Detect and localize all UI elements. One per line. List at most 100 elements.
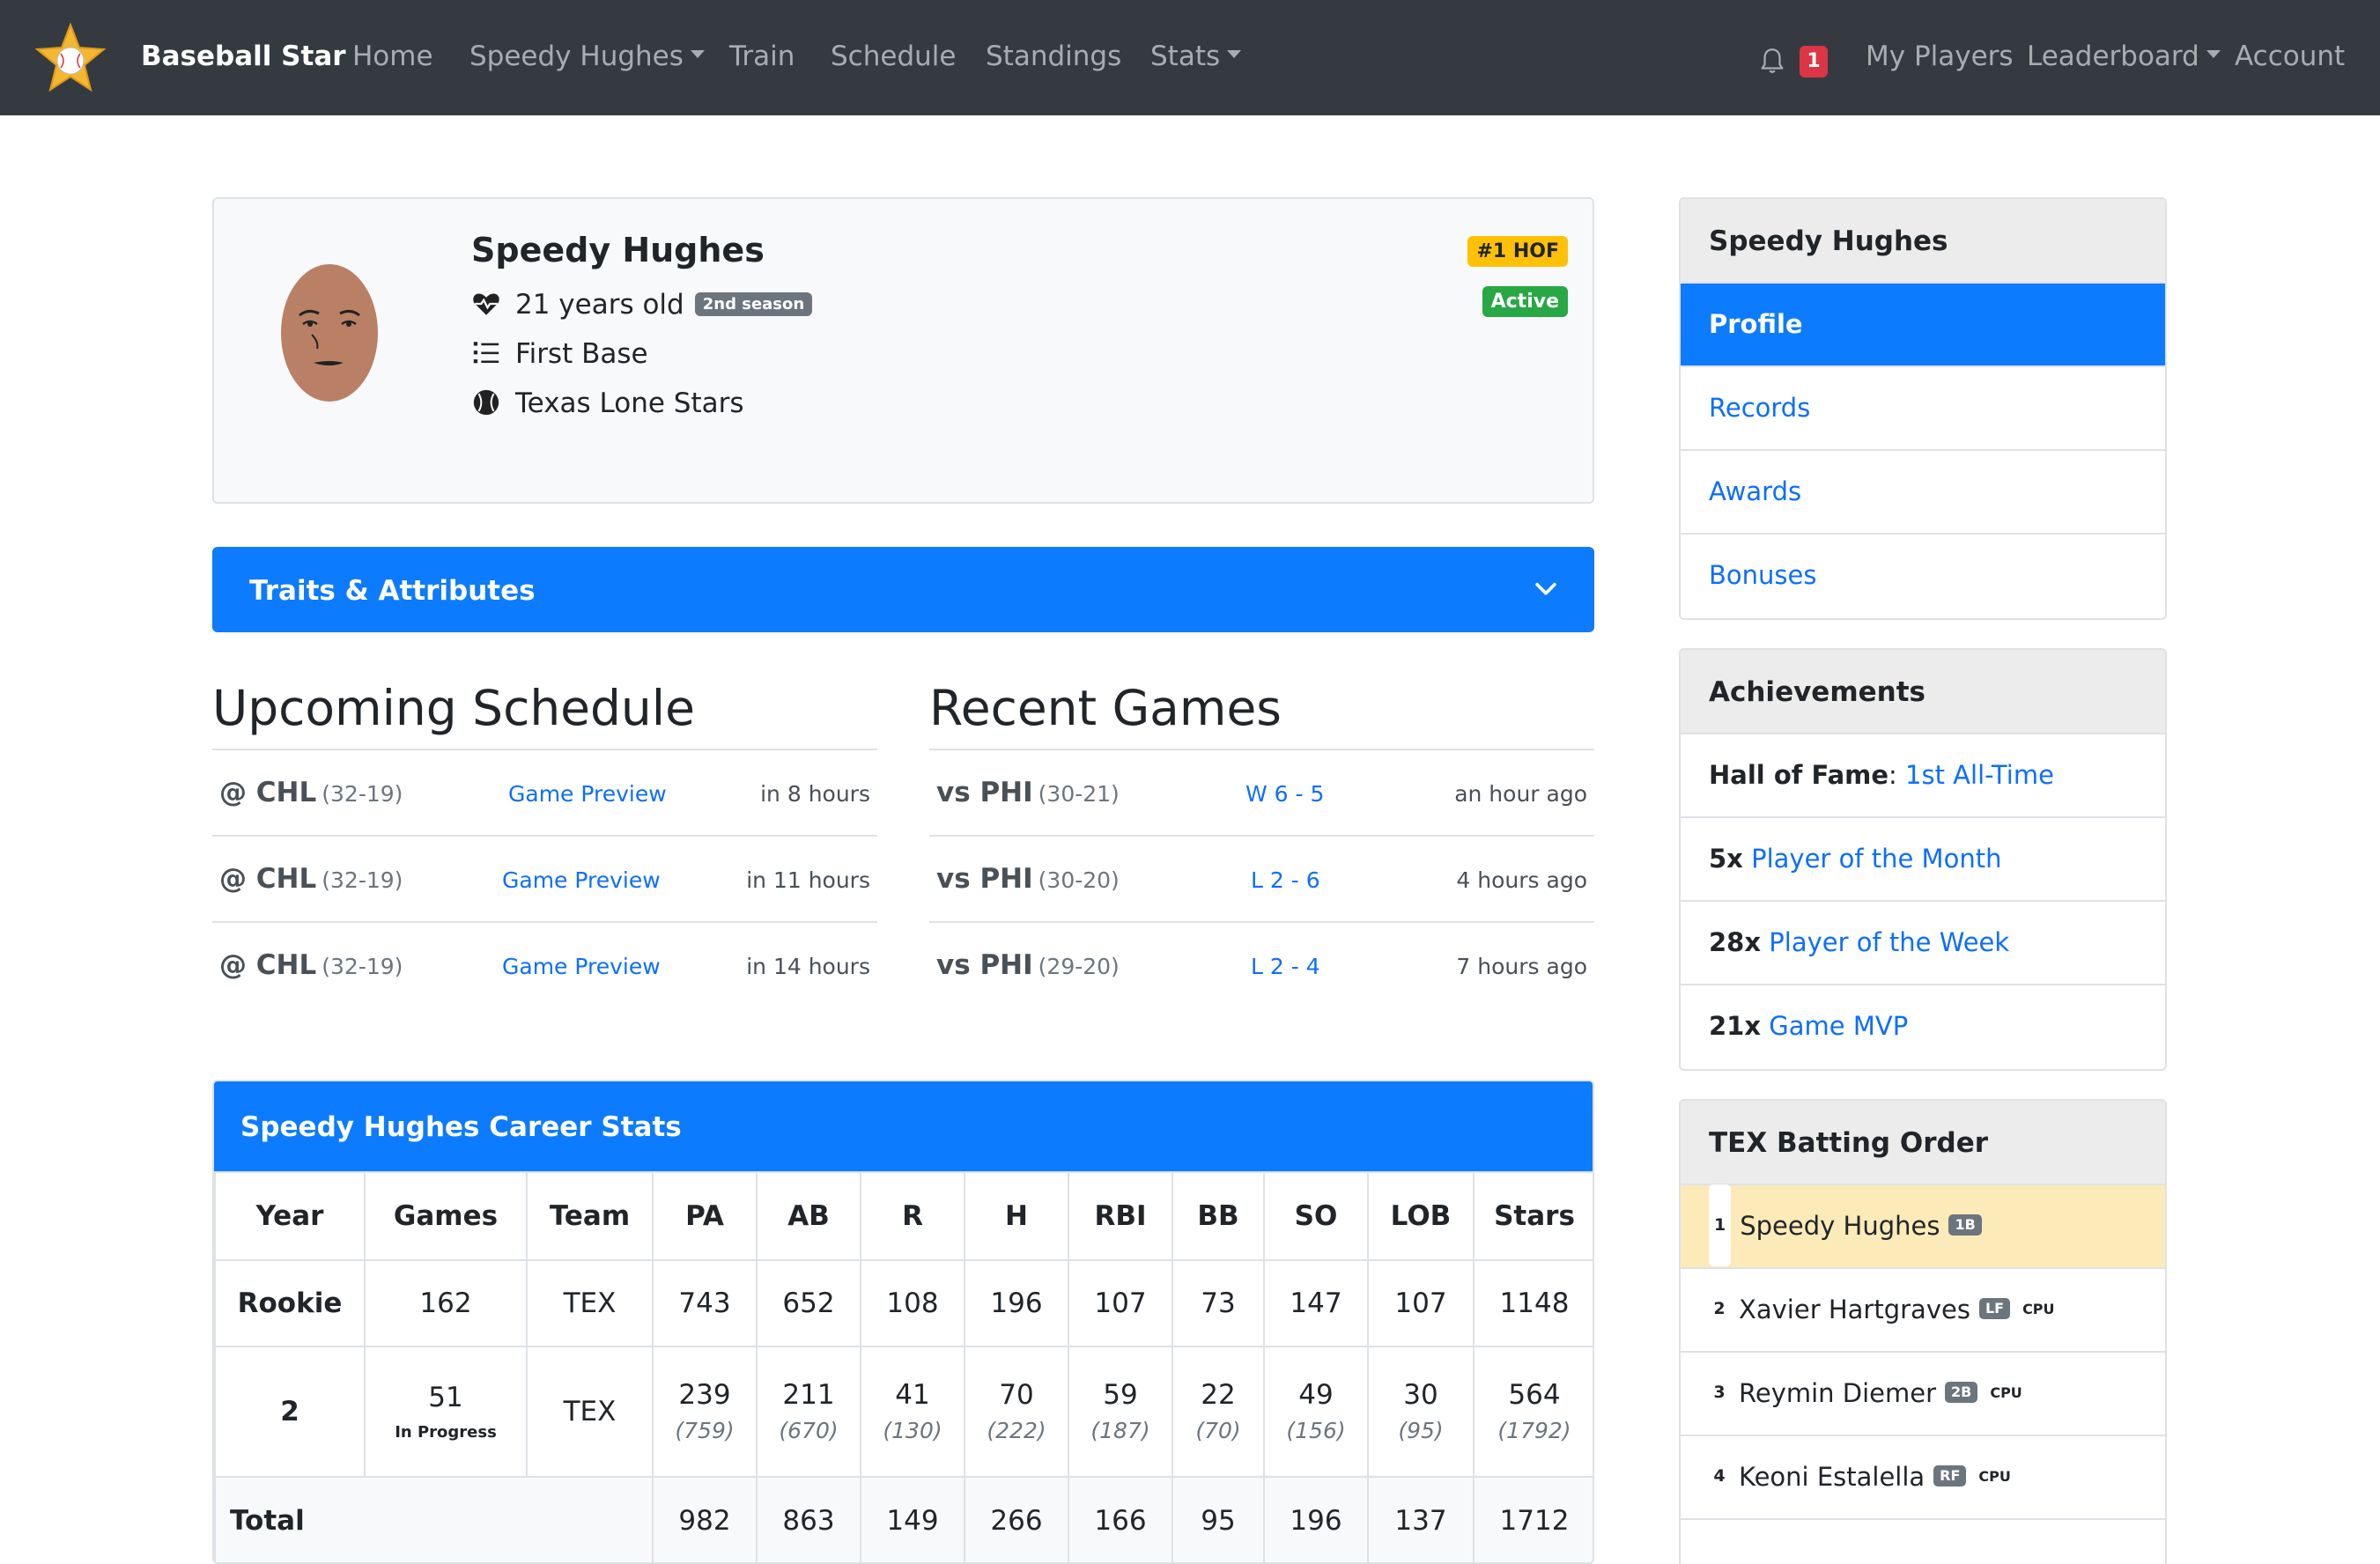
achievement-link[interactable]: Player of the Month: [1751, 844, 2001, 874]
achievement-separator: [1743, 844, 1751, 874]
achievement-label: 21x: [1709, 1011, 1762, 1041]
table-row: Rookie 162 TEX 743 652 108 196 107 73 14…: [214, 1259, 1593, 1347]
opponent-name: vs PHI: [936, 863, 1033, 895]
projected-value: (1792): [1497, 1418, 1571, 1444]
table-cell: 211 (670): [756, 1346, 861, 1478]
baseball-icon: [473, 389, 499, 415]
achievement-separator: [1761, 1011, 1769, 1041]
table-cell: 652: [756, 1259, 861, 1347]
nav-leaderboard-dropdown[interactable]: Leaderboard: [2027, 41, 2221, 72]
column-header[interactable]: RBI: [1068, 1171, 1173, 1261]
table-cell: 166: [1068, 1476, 1173, 1562]
chevron-down-icon: [1535, 582, 1556, 595]
stat-value: 70: [999, 1379, 1034, 1412]
stat-value: 41: [895, 1379, 930, 1412]
column-header[interactable]: Year: [214, 1171, 366, 1261]
stats-header-row: Year Games Team PA AB R H RBI BB SO LOB …: [214, 1171, 1593, 1261]
achievement-item: 21x Game MVP: [1681, 985, 2165, 1069]
game-result-link[interactable]: L 2 - 6: [1251, 867, 1320, 893]
caret-down-icon: [690, 50, 705, 58]
nav-my-players[interactable]: My Players: [1866, 41, 2014, 72]
nav-train[interactable]: Train: [729, 41, 795, 72]
achievement-item: Hall of Fame: 1st All-Time: [1681, 734, 2165, 818]
bell-icon[interactable]: [1757, 46, 1787, 76]
table-cell: 1148: [1473, 1259, 1593, 1347]
projected-value: (222): [987, 1418, 1046, 1444]
notification-count-badge[interactable]: 1: [1800, 46, 1828, 77]
batting-order-number: 3: [1713, 1382, 1726, 1402]
game-result-link[interactable]: L 2 - 4: [1251, 954, 1320, 979]
opponent-record: (32-19): [322, 781, 403, 807]
menu-item-records[interactable]: Records: [1681, 367, 2165, 451]
table-cell: TEX: [526, 1259, 654, 1347]
achievement-link[interactable]: 1st All-Time: [1905, 760, 2054, 790]
batting-order-item[interactable]: 1 Speedy Hughes 1B: [1681, 1184, 2165, 1269]
table-cell: 30 (95): [1367, 1346, 1475, 1478]
game-opponent: vs PHI (30-20): [936, 863, 1120, 895]
table-cell: 41 (130): [860, 1346, 965, 1478]
nav-schedule[interactable]: Schedule: [831, 41, 956, 72]
column-header[interactable]: R: [860, 1171, 965, 1261]
table-cell: 564 (1792): [1473, 1346, 1593, 1478]
batting-order-item[interactable]: 2 Xavier Hartgraves LF CPU: [1681, 1269, 2165, 1353]
projected-value: (156): [1286, 1418, 1346, 1444]
column-header[interactable]: LOB: [1367, 1171, 1475, 1261]
table-cell: 149: [860, 1476, 965, 1562]
nav-player-dropdown[interactable]: Speedy Hughes: [469, 41, 705, 72]
column-header[interactable]: BB: [1172, 1171, 1265, 1261]
game-preview-link[interactable]: Game Preview: [502, 867, 661, 893]
projected-value: (70): [1195, 1418, 1241, 1444]
achievement-label: Hall of Fame: [1709, 760, 1889, 790]
table-cell: 982: [652, 1476, 758, 1562]
column-header[interactable]: Games: [364, 1171, 528, 1261]
in-progress-label: In Progress: [395, 1423, 497, 1442]
stat-value: 211: [782, 1379, 835, 1412]
column-header[interactable]: AB: [756, 1171, 861, 1261]
brand-name[interactable]: Baseball Star: [141, 41, 346, 72]
achievement-link[interactable]: Game MVP: [1769, 1011, 1908, 1041]
game-opponent: @ CHL (32-19): [219, 777, 403, 808]
menu-item-awards[interactable]: Awards: [1681, 451, 2165, 535]
player-menu-title: Speedy Hughes: [1681, 199, 2165, 284]
nav-home[interactable]: Home: [352, 41, 433, 72]
menu-item-bonuses[interactable]: Bonuses: [1681, 535, 2165, 618]
game-preview-link[interactable]: Game Preview: [508, 781, 667, 807]
table-cell: 743: [652, 1259, 758, 1347]
player-team: Texas Lone Stars: [515, 387, 744, 419]
game-result-link[interactable]: W 6 - 5: [1245, 781, 1324, 807]
column-header[interactable]: H: [964, 1171, 1069, 1261]
projected-value: (130): [883, 1418, 942, 1444]
table-cell: Rookie: [214, 1259, 366, 1347]
table-cell: 107: [1068, 1259, 1173, 1347]
achievement-link[interactable]: Player of the Week: [1769, 927, 2009, 957]
column-header[interactable]: PA: [652, 1171, 758, 1261]
player-age: 21 years old: [515, 289, 684, 321]
table-cell: 266: [964, 1476, 1069, 1562]
achievement-separator: [1761, 927, 1769, 957]
traits-accordion-toggle[interactable]: Traits & Attributes: [212, 547, 1594, 632]
career-stats-header: Speedy Hughes Career Stats: [214, 1081, 1593, 1171]
batting-order-item[interactable]: 3 Reymin Diemer 2B CPU: [1681, 1353, 2165, 1436]
column-header[interactable]: SO: [1263, 1171, 1369, 1261]
recent-games-list: vs PHI (30-21) W 6 - 5 an hour ago vs PHI…: [929, 749, 1594, 1007]
nav-standings[interactable]: Standings: [986, 41, 1121, 72]
opponent-record: (32-19): [322, 867, 403, 893]
career-stats-table: Year Games Team PA AB R H RBI BB SO LOB …: [214, 1171, 1593, 1562]
baseball-star-logo-icon[interactable]: [35, 23, 106, 93]
game-preview-link[interactable]: Game Preview: [502, 954, 661, 979]
game-time: in 11 hours: [746, 867, 870, 893]
heartbeat-icon: [473, 293, 499, 315]
column-header[interactable]: Team: [526, 1171, 654, 1261]
player-menu-card: Speedy Hughes Profile Records Awards Bon…: [1679, 197, 2167, 620]
game-opponent: @ CHL (32-19): [219, 863, 403, 895]
nav-player-label: Speedy Hughes: [469, 41, 684, 72]
table-cell: 73: [1172, 1259, 1265, 1347]
nav-account[interactable]: Account: [2235, 41, 2345, 72]
batting-order-number: 4: [1713, 1465, 1726, 1486]
column-header[interactable]: Stars: [1473, 1171, 1593, 1261]
list-ordered-icon: [473, 341, 499, 363]
table-cell: 95: [1172, 1476, 1265, 1562]
batting-order-item[interactable]: 4 Keoni Estalella RF CPU: [1681, 1436, 2165, 1520]
menu-item-profile[interactable]: Profile: [1681, 284, 2165, 367]
nav-stats-dropdown[interactable]: Stats: [1150, 41, 1242, 72]
